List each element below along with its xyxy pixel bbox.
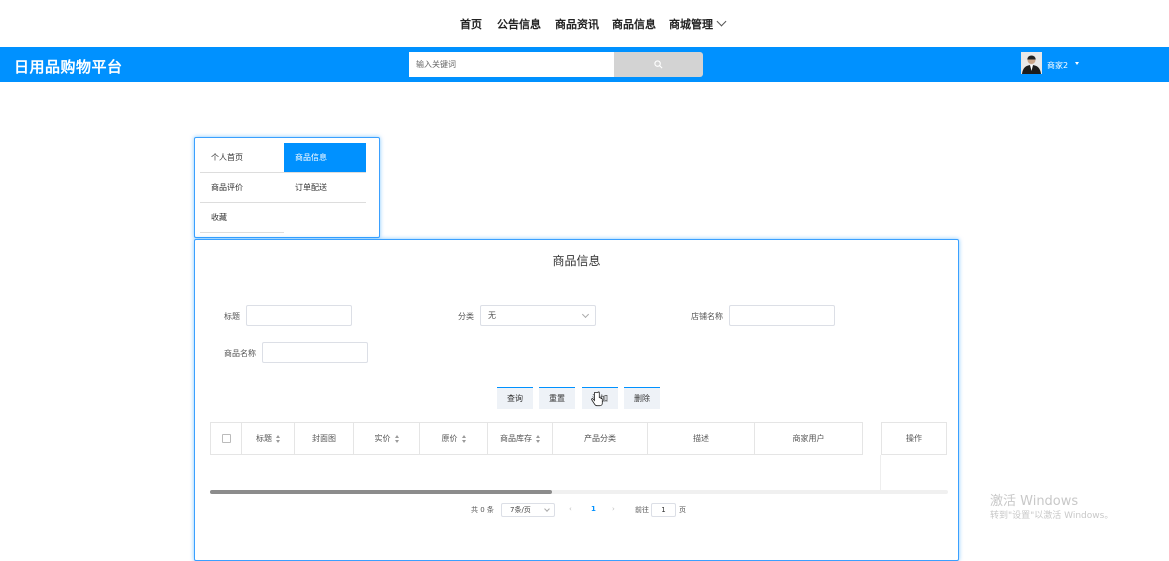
- add-button[interactable]: 添加: [582, 387, 618, 409]
- query-button[interactable]: 查询: [497, 387, 533, 409]
- pagination-total: 共 0 条: [471, 506, 494, 514]
- table-header-description: 描述: [648, 422, 755, 455]
- reset-button[interactable]: 重置: [539, 387, 575, 409]
- page-unit-label: 页: [679, 506, 686, 514]
- fixed-column-divider: [880, 455, 881, 493]
- search-button[interactable]: [614, 52, 703, 77]
- table-header-stock[interactable]: 商品库存: [488, 422, 553, 455]
- nav-mall-management-label: 商城管理: [669, 18, 713, 31]
- caret-down-icon[interactable]: [1075, 62, 1079, 65]
- merchant-filter-input[interactable]: [262, 342, 368, 363]
- user-center-menu: 个人首页 商品信息 商品评价 订单配送 收藏: [194, 137, 380, 238]
- table-header-label: 实价: [374, 434, 391, 443]
- shop-filter-label: 店铺名称: [691, 312, 723, 321]
- shop-filter-input[interactable]: [729, 305, 835, 326]
- title-filter-input[interactable]: [246, 305, 352, 326]
- top-nav: 首页 公告信息 商品资讯 商品信息 商城管理: [0, 0, 1169, 47]
- chevron-down-icon: [544, 506, 550, 512]
- user-name[interactable]: 商家2: [1047, 60, 1068, 71]
- table-header-cover: 封面图: [295, 422, 354, 455]
- search-input[interactable]: [409, 52, 615, 77]
- page-title: 商品信息: [552, 254, 601, 268]
- table-header-label: 商品库存: [500, 434, 532, 443]
- table-header-label: 封面图: [312, 434, 336, 443]
- avatar[interactable]: [1021, 52, 1042, 74]
- table-header-label: 标题: [256, 434, 272, 443]
- page-size-value: 7条/页: [510, 506, 531, 514]
- table-header-title[interactable]: 标题: [242, 422, 295, 455]
- select-all-checkbox[interactable]: [221, 434, 231, 443]
- table-header-original-price[interactable]: 原价: [420, 422, 488, 455]
- table-header-label: 操作: [906, 434, 922, 443]
- table-header-label: 描述: [693, 434, 709, 443]
- hand-pointer-icon: [591, 391, 603, 407]
- menu-item-favorites[interactable]: 收藏: [200, 203, 284, 232]
- menu-item-delivery[interactable]: 订单配送: [284, 173, 366, 202]
- chevron-down-icon: [581, 310, 590, 319]
- prev-page-icon[interactable]: ‹: [569, 505, 572, 513]
- menu-item-profile[interactable]: 个人首页: [200, 143, 284, 172]
- nav-home[interactable]: 首页: [460, 16, 482, 32]
- menu-divider: [200, 232, 284, 233]
- product-info-card: 商品信息 标题 分类 无 店铺名称 商品名称 查询 重置 添加 删除 标题 封面…: [194, 239, 959, 561]
- next-page-icon[interactable]: ›: [612, 505, 615, 513]
- nav-product-news[interactable]: 商品资讯: [555, 16, 599, 32]
- nav-announcements[interactable]: 公告信息: [497, 16, 541, 32]
- menu-item-product-info[interactable]: 商品信息: [284, 143, 366, 172]
- chevron-down-icon: [716, 16, 727, 27]
- user-photo-icon: [1021, 52, 1042, 74]
- nav-mall-management[interactable]: 商城管理: [669, 16, 727, 32]
- merchant-filter-label: 商品名称: [224, 349, 256, 358]
- category-select[interactable]: 无: [480, 305, 596, 326]
- goto-page-input[interactable]: 1: [651, 503, 676, 517]
- brand-title: 日用品购物平台: [14, 58, 123, 76]
- table-header-label: 原价: [441, 434, 458, 443]
- table-header-merchant: 商家用户: [755, 422, 863, 455]
- table-header-label: 产品分类: [584, 434, 616, 443]
- nav-product-info[interactable]: 商品信息: [612, 16, 656, 32]
- delete-button[interactable]: 删除: [624, 387, 660, 409]
- activation-watermark-hint: 转到"设置"以激活 Windows。: [990, 511, 1114, 521]
- scrollbar-thumb[interactable]: [210, 490, 552, 494]
- category-filter-label: 分类: [458, 312, 474, 321]
- sort-icon: [276, 434, 280, 443]
- sort-icon: [536, 434, 540, 443]
- table-header-label: 商家用户: [792, 434, 825, 443]
- page-size-select[interactable]: 7条/页: [501, 503, 555, 517]
- sort-icon: [394, 434, 399, 443]
- table-header-price[interactable]: 实价: [354, 422, 420, 455]
- table-scrollbar[interactable]: [210, 490, 948, 494]
- title-filter-label: 标题: [224, 312, 240, 321]
- search-icon: [654, 60, 663, 69]
- page-number[interactable]: 1: [591, 505, 596, 513]
- header-bar: 日用品购物平台 商家2: [0, 47, 1169, 82]
- table-header-category: 产品分类: [553, 422, 648, 455]
- select-all-header[interactable]: [210, 422, 242, 455]
- table-header-actions: 操作: [881, 422, 947, 455]
- category-select-value: 无: [488, 311, 496, 320]
- sort-icon: [461, 434, 466, 443]
- activation-watermark-title: 激活 Windows: [990, 494, 1079, 509]
- goto-label: 前往: [635, 506, 649, 514]
- menu-item-reviews[interactable]: 商品评价: [200, 173, 284, 202]
